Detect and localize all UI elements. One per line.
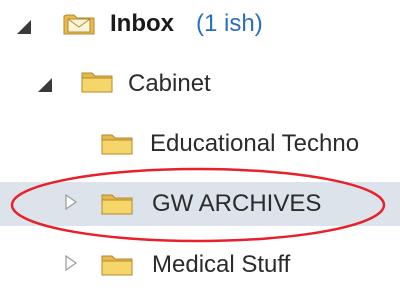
folder-pane: Inbox (1 ish) Cabinet Educational Techno…	[0, 0, 400, 300]
folder-icon	[101, 194, 133, 215]
tree-item-label: Educational Techno	[150, 130, 360, 157]
tree-item-educational-technology[interactable]: Educational Techno	[0, 122, 400, 166]
collapsed-triangle-icon[interactable]	[63, 255, 79, 271]
expanded-triangle-icon[interactable]	[16, 19, 32, 35]
tree-item-label: Inbox	[110, 10, 174, 37]
folder-icon	[81, 72, 113, 93]
folder-icon	[101, 134, 133, 155]
folder-icon	[101, 255, 133, 276]
expanded-triangle-icon[interactable]	[37, 77, 53, 93]
tree-item-label: GW ARCHIVES	[152, 190, 322, 217]
unread-count: (1 ish)	[196, 10, 263, 37]
tree-item-label: Medical Stuff	[152, 251, 291, 278]
inbox-folder-icon	[63, 14, 95, 35]
tree-item-label: Cabinet	[128, 70, 211, 97]
tree-item-cabinet[interactable]: Cabinet	[0, 62, 400, 106]
collapsed-triangle-icon[interactable]	[63, 194, 79, 210]
tree-item-medical-stuff[interactable]: Medical Stuff	[0, 243, 400, 287]
tree-item-gw-archives[interactable]: GW ARCHIVES	[0, 182, 400, 226]
tree-item-inbox[interactable]: Inbox (1 ish)	[0, 2, 400, 46]
